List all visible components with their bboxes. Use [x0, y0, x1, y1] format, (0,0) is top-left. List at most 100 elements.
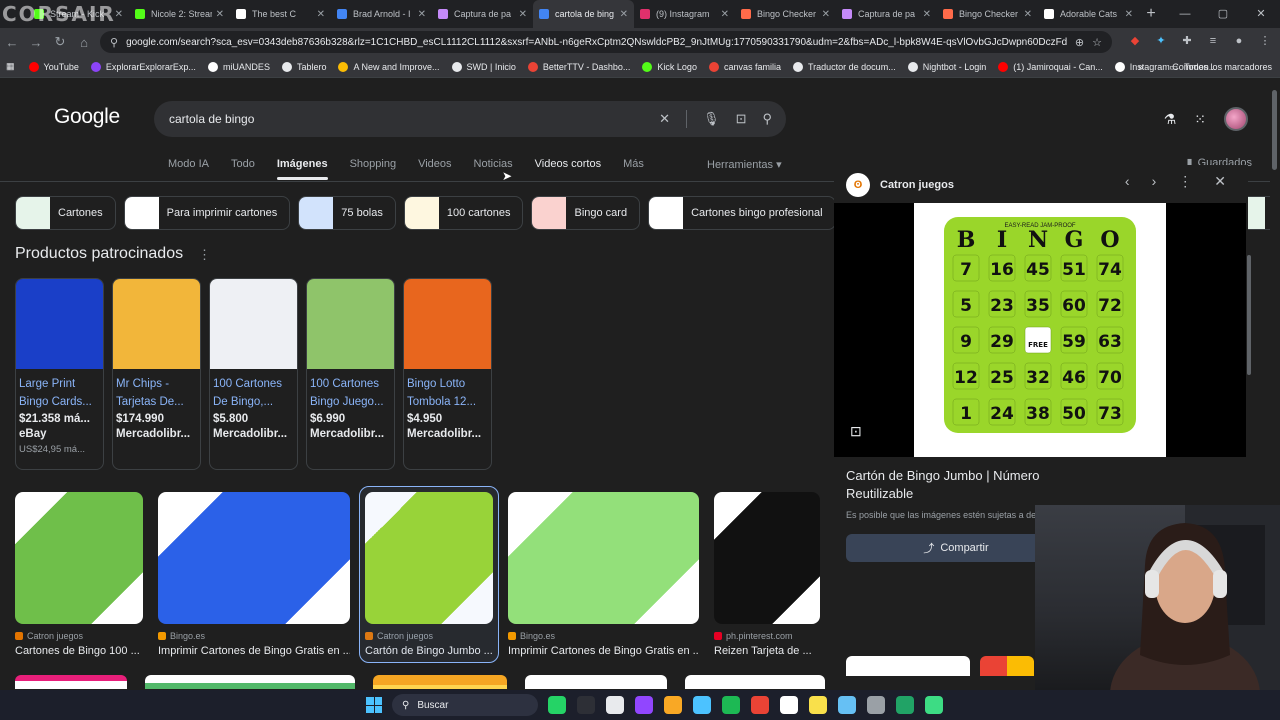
tab-close-icon[interactable]: ✕	[317, 9, 325, 20]
image-result-thumb[interactable]	[145, 675, 355, 689]
page-scrollbar[interactable]	[1272, 90, 1277, 170]
product-card[interactable]: Large Print Bingo Cards... $21.358 má... e…	[15, 278, 104, 470]
image-result[interactable]: ph.pinterest.com Reizen Tarjeta de ...	[714, 492, 820, 657]
panel-title[interactable]: Cartón de Bingo Jumbo | Número Reutiliza…	[846, 467, 1066, 503]
bookmark-item[interactable]: A New and Improve...	[338, 61, 440, 72]
taskbar-app-icon[interactable]	[722, 696, 740, 714]
search-icon[interactable]: ⚲	[762, 111, 772, 127]
bookmarks-overflow[interactable]: »	[1138, 62, 1143, 72]
browser-tab[interactable]: Bingo Checker ✕	[735, 0, 836, 28]
home-icon[interactable]: ⌂	[72, 35, 96, 50]
panel-scrollbar[interactable]	[1247, 255, 1251, 375]
tab-close-icon[interactable]: ✕	[115, 9, 123, 20]
taskbar-app-icon[interactable]	[867, 696, 885, 714]
share-button[interactable]: ⤴ Compartir	[846, 534, 1066, 562]
related-chip[interactable]: Cartones bingo profesional	[648, 196, 836, 230]
profile-icon[interactable]: ●	[1232, 34, 1246, 48]
tab-modo-ia[interactable]: Modo IA	[168, 158, 209, 180]
tab-close-icon[interactable]: ✕	[620, 9, 628, 20]
taskbar-search[interactable]: ⚲ Buscar	[392, 694, 538, 716]
browser-tab[interactable]: Stream - Kick ✕	[28, 0, 129, 28]
bookmark-item[interactable]: Nightbot - Login	[907, 61, 986, 72]
bookmark-item[interactable]: (1) Jamiroquai - Can...	[998, 61, 1103, 72]
image-result-thumb[interactable]	[685, 675, 825, 689]
maximize-icon[interactable]: ▢	[1204, 0, 1242, 28]
tab-close-icon[interactable]: ✕	[1024, 9, 1032, 20]
related-chip[interactable]: Cartones	[15, 196, 116, 230]
taskbar-app-icon[interactable]	[577, 696, 595, 714]
bookmark-item[interactable]: Tablero	[281, 61, 326, 72]
tools-dropdown[interactable]: Herramientas ▾	[707, 158, 782, 171]
browser-tab[interactable]: The best C ✕	[230, 0, 331, 28]
bookmark-item[interactable]: SWD | Inicio	[451, 61, 516, 72]
taskbar-app-icon[interactable]	[809, 696, 827, 714]
product-card[interactable]: Bingo Lotto Tombola 12... $4.950 Mercadoli…	[403, 278, 492, 470]
taskbar-app-icon[interactable]	[751, 696, 769, 714]
related-chip[interactable]: 75 bolas	[298, 196, 396, 230]
taskbar-app-icon[interactable]	[925, 696, 943, 714]
tab-videos[interactable]: Videos	[418, 158, 451, 180]
bookmark-item[interactable]: miUANDES	[207, 61, 270, 72]
zoom-icon[interactable]: ⊕	[1075, 36, 1084, 49]
close-icon[interactable]: ✕	[1214, 173, 1226, 190]
related-chip[interactable]: 100 cartones	[403, 196, 524, 230]
tab-close-icon[interactable]: ✕	[1125, 9, 1133, 20]
image-result-thumb[interactable]	[15, 675, 127, 689]
tab-todo[interactable]: Todo	[231, 158, 255, 180]
bookmark-item[interactable]: YouTube	[28, 61, 79, 72]
related-chip[interactable]: Para imprimir cartones	[123, 196, 291, 230]
puzzle-icon[interactable]: ✚	[1180, 34, 1194, 48]
taskbar-app-icon[interactable]	[780, 696, 798, 714]
tab-close-icon[interactable]: ✕	[418, 9, 426, 20]
browser-tab[interactable]: cartola de bing ✕	[533, 0, 634, 28]
apps-grid-icon[interactable]: ▦	[6, 61, 15, 72]
browser-tab[interactable]: Adorable Cats ✕	[1038, 0, 1139, 28]
lens-icon[interactable]: ⊡	[736, 111, 747, 127]
menu-icon[interactable]: ≡	[1206, 34, 1220, 48]
taskbar-app-icon[interactable]	[838, 696, 856, 714]
search-input[interactable]: cartola de bingo ✕ 🎙︎ ⊡ ⚲	[154, 101, 786, 137]
reload-icon[interactable]: ↻	[48, 34, 72, 50]
browser-tab[interactable]: Captura de pa ✕	[432, 0, 533, 28]
panel-source[interactable]: Catron juegos	[880, 179, 954, 191]
clear-icon[interactable]: ✕	[659, 111, 670, 127]
forward-icon[interactable]: →	[24, 35, 48, 50]
image-result[interactable]: Bingo.es Imprimir Cartones de Bingo Grati…	[158, 492, 350, 657]
taskbar-app-icon[interactable]	[548, 696, 566, 714]
tab-imágenes[interactable]: Imágenes	[276, 158, 328, 180]
tab-close-icon[interactable]: ✕	[923, 9, 931, 20]
taskbar-app-icon[interactable]	[693, 696, 711, 714]
microphone-icon[interactable]: 🎙︎	[703, 111, 720, 127]
more-vert-icon[interactable]: ⋮	[198, 247, 211, 263]
windows-start-icon[interactable]	[366, 697, 382, 713]
bookmark-item[interactable]: Traductor de docum...	[792, 61, 896, 72]
apps-grid-icon[interactable]: ⁙	[1194, 111, 1206, 128]
product-card[interactable]: 100 Cartones De Bingo,... $5.800 Mercadoli…	[209, 278, 298, 470]
back-icon[interactable]: ←	[0, 35, 24, 50]
tab-videos-cortos[interactable]: Videos cortos	[535, 158, 601, 180]
preview-image-area[interactable]: EASY-READ JAM-PROOF B I N G O 7 16 45 51 74 5 23 35 60…	[834, 203, 1246, 457]
extension-icon[interactable]: ◆	[1128, 34, 1142, 48]
image-result[interactable]: Bingo.es Imprimir Cartones de Bingo Grati…	[508, 492, 699, 657]
product-card[interactable]: 100 Cartones Bingo Juego... $6.990 Mercado…	[306, 278, 395, 470]
browser-tab[interactable]: Captura de pa ✕	[836, 0, 937, 28]
address-bar[interactable]: ⚲ google.com/search?sca_esv=0343deb87636…	[100, 31, 1112, 53]
close-window-icon[interactable]: ✕	[1242, 0, 1280, 28]
bookmark-item[interactable]: BetterTTV - Dashbo...	[527, 61, 630, 72]
related-image-thumb[interactable]	[980, 656, 1034, 676]
avatar[interactable]	[1224, 107, 1248, 131]
related-chip[interactable]: Bingo card	[531, 196, 641, 230]
new-tab-icon[interactable]: +	[1139, 5, 1163, 23]
extension-icon[interactable]: ✦	[1154, 34, 1168, 48]
all-bookmarks[interactable]: Todos los marcadores	[1184, 62, 1272, 72]
labs-flask-icon[interactable]: ⚗	[1164, 111, 1177, 128]
tab-close-icon[interactable]: ✕	[216, 9, 224, 20]
tab-shopping[interactable]: Shopping	[350, 158, 397, 180]
tab-close-icon[interactable]: ✕	[721, 9, 729, 20]
image-result-thumb[interactable]	[373, 675, 507, 689]
bookmark-item[interactable]: canvas familia	[708, 61, 781, 72]
bookmark-item[interactable]: ExplorarExplorarExp...	[90, 61, 196, 72]
tab-close-icon[interactable]: ✕	[822, 9, 830, 20]
image-result[interactable]: Catron juegos Cartones de Bingo 100 ...	[15, 492, 143, 657]
image-result[interactable]: Catron juegos Cartón de Bingo Jumbo ...	[359, 486, 499, 663]
